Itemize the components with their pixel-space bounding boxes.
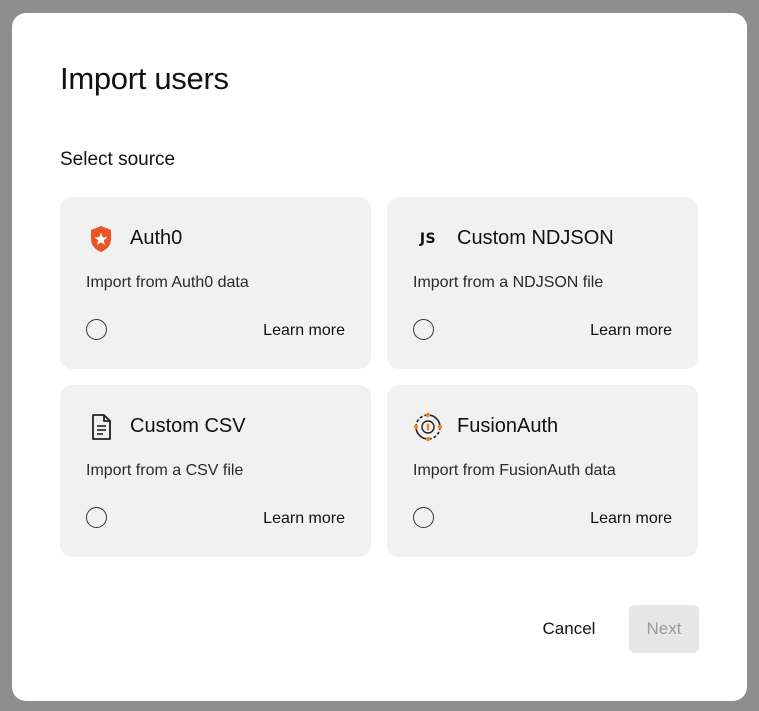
- source-name: FusionAuth: [457, 415, 559, 437]
- dialog-footer: Cancel Next: [12, 605, 747, 653]
- cancel-button[interactable]: Cancel: [526, 605, 612, 653]
- learn-more-link-fusionauth[interactable]: Learn more: [590, 510, 672, 528]
- learn-more-link-auth0[interactable]: Learn more: [263, 322, 345, 340]
- auth0-logo-icon: [86, 224, 116, 254]
- source-description: Import from FusionAuth data: [413, 462, 616, 479]
- source-card-custom-csv[interactable]: Custom CSV Import from a CSV file Learn …: [60, 385, 371, 557]
- source-name: Custom CSV: [130, 415, 246, 437]
- fusionauth-logo-icon: [413, 412, 443, 442]
- section-heading: Select source: [60, 149, 176, 170]
- js-icon: JS: [413, 224, 443, 254]
- learn-more-link-custom-ndjson[interactable]: Learn more: [590, 322, 672, 340]
- source-card-fusionauth[interactable]: FusionAuth Import from FusionAuth data L…: [387, 385, 698, 557]
- source-description: Import from a NDJSON file: [413, 274, 604, 291]
- source-description: Import from a CSV file: [86, 462, 244, 479]
- source-card-custom-ndjson[interactable]: JS Custom NDJSON Import from a NDJSON fi…: [387, 197, 698, 369]
- js-icon-text: JS: [419, 231, 437, 247]
- source-card-auth0[interactable]: Auth0 Import from Auth0 data Learn more: [60, 197, 371, 369]
- dialog-title: Import users: [60, 61, 229, 96]
- source-radio-fusionauth[interactable]: [413, 507, 434, 528]
- source-description: Import from Auth0 data: [86, 274, 249, 291]
- source-options-grid: Auth0 Import from Auth0 data Learn more …: [60, 197, 699, 557]
- source-radio-auth0[interactable]: [86, 319, 107, 340]
- learn-more-link-custom-csv[interactable]: Learn more: [263, 510, 345, 528]
- source-name: Custom NDJSON: [457, 227, 614, 249]
- source-radio-custom-ndjson[interactable]: [413, 319, 434, 340]
- import-users-dialog: Import users Select source Auth0 Import …: [12, 13, 747, 701]
- document-icon: [86, 412, 116, 442]
- source-radio-custom-csv[interactable]: [86, 507, 107, 528]
- next-button[interactable]: Next: [629, 605, 699, 653]
- source-name: Auth0: [130, 227, 183, 249]
